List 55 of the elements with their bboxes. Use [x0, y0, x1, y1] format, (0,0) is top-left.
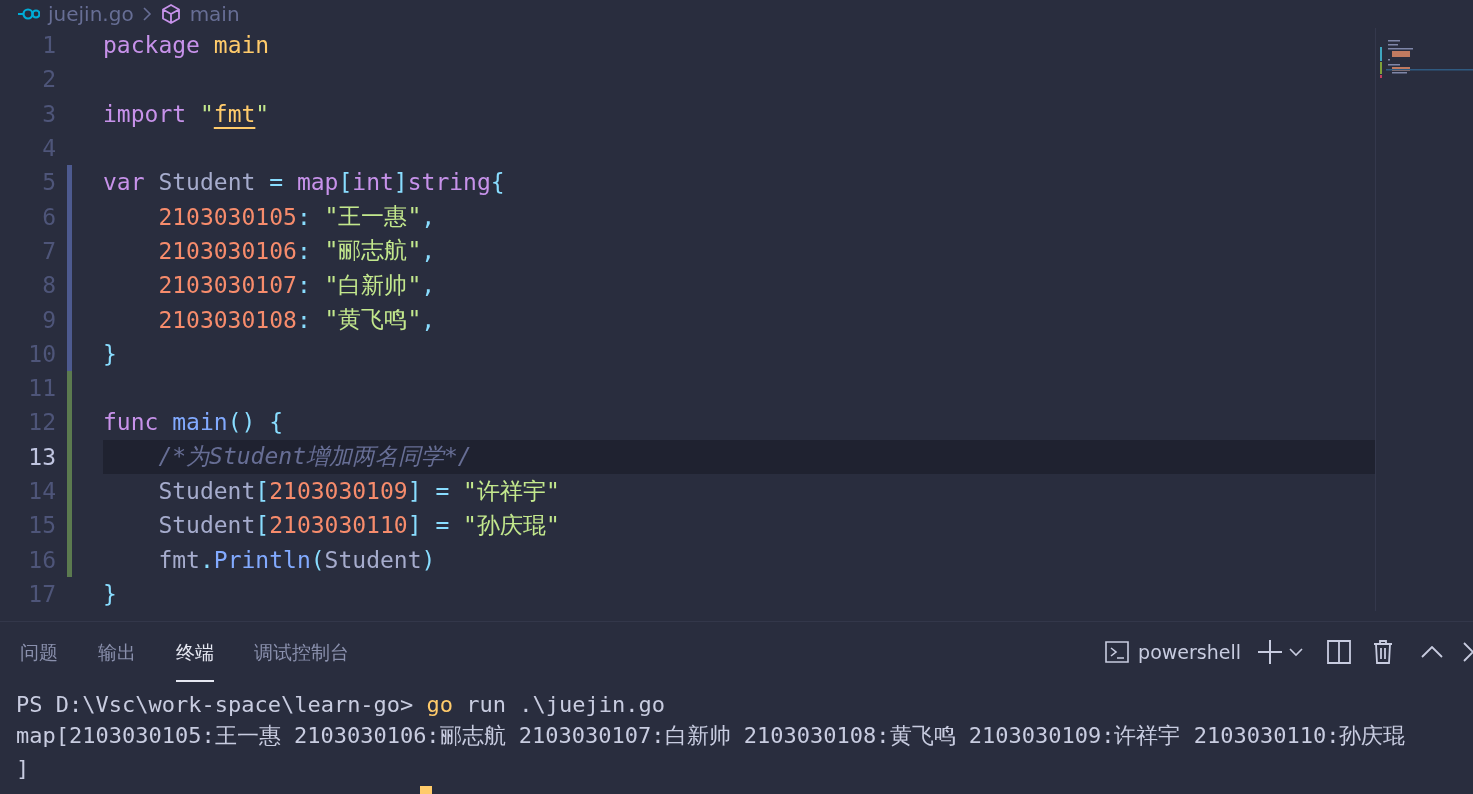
code-line: package main	[103, 31, 271, 61]
plus-icon[interactable]	[1257, 639, 1283, 665]
terminal-line: ]	[16, 754, 31, 783]
terminal-line: map[2103030105:王一惠 2103030106:郦志航 2103030107:白新帅 2103030108:黄飞鸣 2103030109:许祥宇 2103030110:孙庆琨	[16, 722, 1407, 750]
code-line: var Student = map[int]string{	[103, 168, 506, 198]
code-line: 2103030106: "郦志航",	[157, 236, 437, 266]
chevron-down-icon[interactable]	[1289, 647, 1303, 657]
terminal-icon	[1104, 640, 1131, 664]
line-number: 2	[41, 66, 56, 93]
code-line: }	[103, 339, 118, 369]
added-line-bar[interactable]	[67, 542, 72, 577]
cube-icon	[159, 3, 182, 25]
terminal-line: PS D:\Vsc\work-space\learn-go> go run .\juejin.go	[16, 690, 667, 719]
code-line: fmt.Println(Student)	[157, 545, 437, 575]
terminal-cursor	[420, 786, 432, 794]
line-number: 10	[27, 340, 56, 367]
close-icon[interactable]	[1463, 642, 1473, 662]
terminal-selector[interactable]: powershell	[1138, 641, 1241, 663]
code-line: Student[2103030110] = "孙庆琨"	[157, 510, 561, 541]
line-number: 13	[27, 443, 56, 470]
line-number: 7	[41, 237, 56, 264]
line-number: 9	[41, 306, 56, 333]
split-icon[interactable]	[1327, 640, 1351, 664]
modified-line-bar[interactable]	[67, 336, 72, 371]
line-number: 17	[27, 580, 56, 607]
added-line-bar[interactable]	[67, 370, 72, 406]
code-line: func main() {	[103, 408, 285, 438]
symbol-name[interactable]: main	[189, 2, 240, 26]
file-type-icon	[18, 8, 40, 20]
line-number: 8	[41, 272, 56, 299]
line-number: 5	[41, 169, 56, 196]
line-number: 14	[27, 478, 56, 504]
panel-tab[interactable]: 终端	[176, 622, 214, 682]
trash-icon[interactable]	[1373, 640, 1393, 664]
code-line: 2103030105: "王一惠",	[157, 202, 437, 232]
panel-tab[interactable]: 调试控制台	[254, 622, 349, 682]
chevron-right-icon	[141, 6, 152, 22]
line-number: 4	[41, 135, 56, 162]
chevron-up-icon[interactable]	[1421, 646, 1443, 658]
code-line: 2103030108: "黄飞鸣",	[157, 305, 437, 335]
code-line: 2103030107: "白新帅",	[157, 270, 437, 301]
line-number: 1	[41, 32, 56, 59]
line-number: 15	[27, 512, 56, 539]
line-number: 16	[27, 546, 56, 573]
line-number: 11	[27, 375, 56, 402]
line-number: 6	[41, 203, 56, 230]
line-number: 12	[27, 409, 56, 436]
panel-tab[interactable]: 问题	[20, 622, 58, 682]
panel-tab[interactable]: 输出	[98, 622, 136, 682]
modified-line-bar[interactable]	[67, 165, 72, 200]
code-line: import "fmt"	[103, 99, 271, 129]
code-line: }	[103, 579, 118, 609]
line-number: 3	[41, 100, 56, 127]
file-name[interactable]: juejin.go	[48, 2, 134, 26]
code-line: Student[2103030109] = "许祥宇"	[157, 476, 561, 506]
